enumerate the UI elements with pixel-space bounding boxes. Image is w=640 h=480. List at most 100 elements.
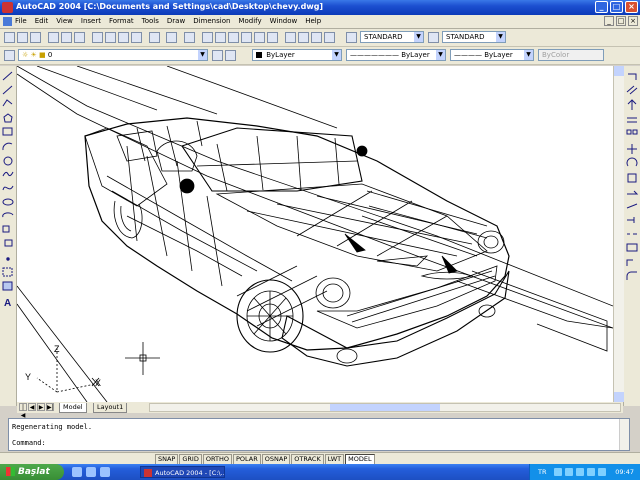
media-player-icon[interactable] (100, 467, 110, 477)
first-tab-button[interactable]: |◀ (19, 403, 27, 419)
vertical-scrollbar[interactable] (613, 66, 624, 402)
ellipse-icon (2, 198, 14, 206)
menu-help[interactable]: Help (305, 17, 321, 25)
chevron-down-icon[interactable]: ▼ (198, 50, 207, 60)
point-icon (6, 257, 10, 261)
layer-manager-icon[interactable] (4, 50, 15, 61)
window-title: AutoCAD 2004 [C:\Documents and Settings\… (16, 2, 324, 11)
new-icon[interactable] (4, 32, 15, 43)
menu-view[interactable]: View (56, 17, 73, 25)
circle-icon (3, 156, 13, 166)
design-center-icon[interactable] (298, 32, 309, 43)
minimize-button[interactable]: _ (595, 1, 608, 13)
command-scrollbar[interactable] (619, 419, 629, 450)
print-preview-icon[interactable] (61, 32, 72, 43)
ucs-icon[interactable] (215, 32, 226, 43)
print-icon[interactable] (48, 32, 59, 43)
doc-minimize-button[interactable]: _ (604, 16, 614, 26)
system-tray: TR 09:47 (529, 464, 640, 480)
layer-previous-icon[interactable] (225, 50, 236, 61)
pan-icon[interactable] (228, 32, 239, 43)
scroll-down-button[interactable] (614, 392, 624, 402)
menu-draw[interactable]: Draw (167, 17, 185, 25)
match-properties-icon[interactable] (131, 32, 142, 43)
help-icon[interactable] (324, 32, 335, 43)
polygon-icon (3, 113, 13, 123)
menu-dimension[interactable]: Dimension (193, 17, 230, 25)
region-icon (2, 281, 13, 291)
menu-file[interactable]: File (15, 17, 27, 25)
zoom-realtime-icon[interactable] (241, 32, 252, 43)
last-tab-button[interactable]: ▶| (46, 403, 54, 411)
command-window[interactable]: Regenerating model. Command: (8, 418, 630, 451)
linetype-value: ByLayer (401, 51, 430, 59)
chevron-down-icon[interactable]: ▼ (524, 50, 533, 60)
extend-icon (627, 217, 635, 223)
chevron-down-icon[interactable]: ▼ (436, 50, 445, 60)
menu-insert[interactable]: Insert (81, 17, 101, 25)
ucs-y-label: Y (25, 372, 31, 382)
dim-style-select[interactable]: STANDARD ▼ (442, 31, 506, 43)
doc-close-button[interactable]: × (628, 16, 638, 26)
linetype-select[interactable]: ——————— ByLayer ▼ (346, 49, 446, 61)
make-current-layer-icon[interactable] (212, 50, 223, 61)
prev-tab-button[interactable]: ◀ (28, 403, 36, 411)
menu-format[interactable]: Format (109, 17, 134, 25)
plotstyle-select: ByColor (538, 49, 604, 61)
chevron-down-icon[interactable]: ▼ (496, 32, 505, 42)
browser-icon[interactable] (72, 467, 82, 477)
save-icon[interactable] (30, 32, 41, 43)
start-button[interactable]: Başlat (0, 464, 64, 480)
autocad-app-icon[interactable] (2, 2, 13, 13)
taskbar-button-autocad[interactable]: AutoCAD 2004 - [C:\... (140, 466, 225, 478)
chevron-down-icon[interactable]: ▼ (414, 32, 423, 42)
copy-icon[interactable] (105, 32, 116, 43)
scroll-up-button[interactable] (614, 66, 624, 76)
tab-model[interactable]: Model (59, 403, 87, 413)
volume-icon[interactable] (565, 468, 573, 476)
paste-icon[interactable] (118, 32, 129, 43)
tab-navigation: |◀ ◀ ▶ ▶| (19, 403, 54, 419)
lineweight-select[interactable]: ———— ByLayer ▼ (450, 49, 534, 61)
horizontal-scrollbar[interactable] (149, 403, 621, 412)
zoom-window-icon[interactable] (254, 32, 265, 43)
next-tab-button[interactable]: ▶ (37, 403, 45, 411)
security-icon[interactable] (576, 468, 584, 476)
undo-icon[interactable] (166, 32, 177, 43)
brush-icon[interactable] (149, 32, 160, 43)
command-prompt[interactable]: Command: (12, 438, 46, 448)
color-select[interactable]: ByLayer ▼ (252, 49, 342, 61)
open-icon[interactable] (17, 32, 28, 43)
join-icon (626, 243, 638, 252)
zoom-previous-icon[interactable] (267, 32, 278, 43)
properties-icon[interactable] (285, 32, 296, 43)
plotstyle-value: ByColor (542, 51, 570, 59)
layer-select[interactable]: ☼ ☀ ■ 0 ▼ (18, 49, 208, 61)
network-icon[interactable] (554, 468, 562, 476)
hyperlink-icon[interactable] (202, 32, 213, 43)
menu-modify[interactable]: Modify (238, 17, 261, 25)
drawing-canvas[interactable]: Z Y X (17, 66, 613, 402)
cut-icon[interactable] (92, 32, 103, 43)
menu-window[interactable]: Window (270, 17, 298, 25)
close-button[interactable]: × (625, 1, 638, 13)
doc-restore-button[interactable]: □ (616, 16, 626, 26)
menu-tools[interactable]: Tools (142, 17, 159, 25)
tab-layout1[interactable]: Layout1 (93, 403, 128, 413)
language-indicator[interactable]: TR (538, 468, 547, 476)
maximize-button[interactable]: □ (610, 1, 623, 13)
document-icon[interactable] (3, 17, 12, 26)
messenger-icon[interactable] (598, 468, 606, 476)
color-swatch (256, 52, 262, 58)
publish-icon[interactable] (74, 32, 85, 43)
text-style-select[interactable]: STANDARD ▼ (360, 31, 424, 43)
update-icon[interactable] (587, 468, 595, 476)
ucs-x-label: X (95, 378, 101, 388)
tool-palettes-icon[interactable] (311, 32, 322, 43)
show-desktop-icon[interactable] (86, 467, 96, 477)
chevron-down-icon[interactable]: ▼ (332, 50, 341, 60)
menu-edit[interactable]: Edit (35, 17, 49, 25)
fillet-icon (626, 271, 637, 280)
redo-icon[interactable] (184, 32, 195, 43)
scroll-thumb[interactable] (330, 404, 440, 411)
